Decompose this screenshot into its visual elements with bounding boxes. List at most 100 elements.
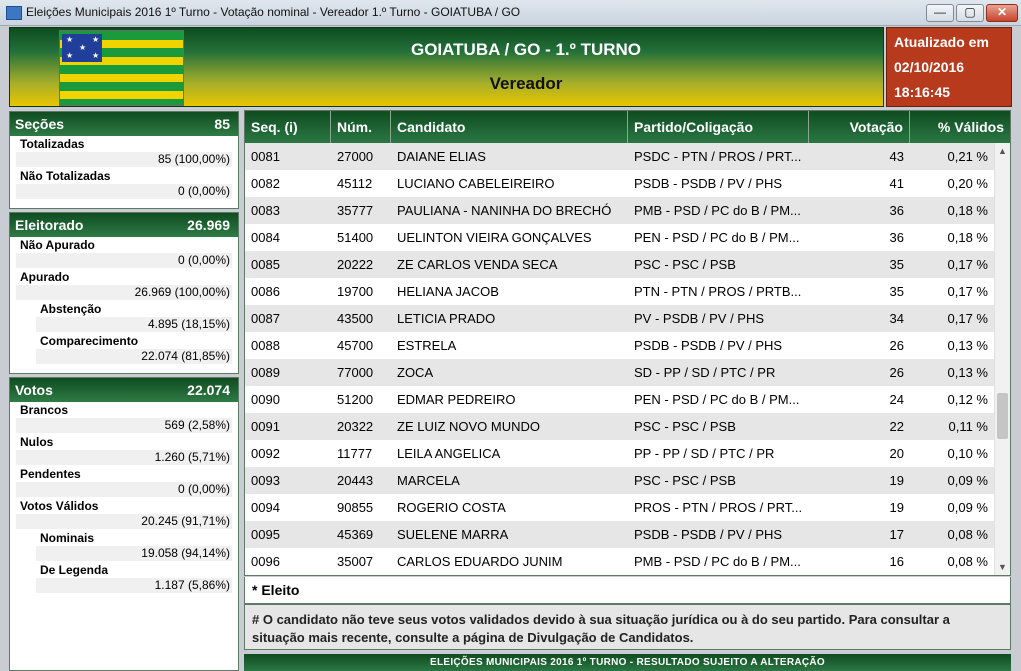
- table-row[interactable]: 0087 43500 LETICIA PRADO PV - PSDB / PV / P…: [245, 305, 994, 332]
- cell-num: 51200: [337, 392, 374, 407]
- column-header-votacao[interactable]: Votação: [809, 111, 910, 143]
- close-button[interactable]: ✕: [986, 4, 1018, 22]
- note-invalid: # O candidato não teve seus votos valida…: [244, 604, 1011, 650]
- cell-pct: 0,12 %: [947, 392, 988, 407]
- column-header-pct-validos[interactable]: % Válidos: [910, 111, 1010, 143]
- cell-pct: 0,10 %: [947, 446, 988, 461]
- cell-pct: 0,17 %: [947, 257, 988, 272]
- cell-candidato: LETICIA PRADO: [397, 311, 496, 326]
- eleitorado-header: Eleitorado 26.969: [10, 213, 238, 237]
- table-row[interactable]: 0095 45369 SUELENE MARRA PSDB - PSDB / PV /…: [245, 521, 994, 548]
- maximize-button[interactable]: ▢: [956, 4, 984, 22]
- cell-num: 27000: [337, 149, 374, 164]
- cell-partido: SD - PP / SD / PTC / PR: [634, 365, 776, 380]
- column-header-candidato[interactable]: Candidato: [391, 111, 628, 143]
- cell-votacao: 19: [889, 500, 904, 515]
- table-row[interactable]: 0086 19700 HELIANA JACOB PTN - PTN / PROS /…: [245, 278, 994, 305]
- cell-pct: 0,11 %: [948, 419, 988, 434]
- table-row[interactable]: 0083 35777 PAULIANA - NANINHA DO BRECHÓ PMB…: [245, 197, 994, 224]
- cell-votacao: 41: [889, 176, 904, 191]
- cell-partido: PP - PP / SD / PTC / PR: [634, 446, 775, 461]
- note-invalid-text: # O candidato não teve seus votos valida…: [252, 612, 950, 645]
- cell-pct: 0,18 %: [947, 203, 988, 218]
- updated-time: 18:16:45: [894, 84, 951, 100]
- note-eleito-text: * Eleito: [252, 582, 300, 598]
- cell-votacao: 26: [889, 365, 904, 380]
- votos-header: Votos 22.074: [10, 378, 238, 402]
- cell-partido: PSC - PSC / PSB: [634, 257, 736, 272]
- header-banner: ★ ★ ★ ★ ★ GOIATUBA / GO - 1.º TURNO Vere…: [9, 27, 884, 107]
- cell-candidato: ZOCA: [397, 365, 434, 380]
- cell-votacao: 34: [889, 311, 904, 326]
- cell-seq: 0091: [251, 419, 280, 434]
- column-header-seq[interactable]: Seq. (i): [245, 111, 331, 143]
- cell-num: 45700: [337, 338, 374, 353]
- cell-seq: 0096: [251, 554, 280, 569]
- cell-candidato: MARCELA: [397, 473, 460, 488]
- table-row[interactable]: 0081 27000 DAIANE ELIAS PSDC - PTN / PROS /…: [245, 143, 994, 170]
- stat-nulos: Nulos 1.260 (5,71%): [10, 434, 238, 466]
- table-scrollbar[interactable]: ▲ ▼: [994, 143, 1010, 575]
- table-row[interactable]: 0090 51200 EDMAR PEDREIRO PEN - PSD / PC do…: [245, 386, 994, 413]
- footer-banner: ELEIÇÕES MUNICIPAIS 2016 1º TURNO - RESU…: [244, 654, 1011, 671]
- minimize-button[interactable]: —: [926, 4, 954, 22]
- scroll-up-arrow-icon[interactable]: ▲: [995, 143, 1010, 159]
- stat-apurado: Apurado 26.969 (100,00%): [10, 269, 238, 301]
- cell-pct: 0,09 %: [947, 500, 988, 515]
- table-row[interactable]: 0082 45112 LUCIANO CABELEIREIRO PSDB - PSDB…: [245, 170, 994, 197]
- table-row[interactable]: 0084 51400 UELINTON VIEIRA GONÇALVES PEN - …: [245, 224, 994, 251]
- cell-partido: PSDB - PSDB / PV / PHS: [634, 176, 783, 191]
- cell-votacao: 43: [889, 149, 904, 164]
- stat-nominais: Nominais 19.058 (94,14%): [10, 530, 238, 562]
- cell-pct: 0,08 %: [947, 554, 988, 569]
- table-row[interactable]: 0091 20322 ZE LUIZ NOVO MUNDO PSC - PSC / P…: [245, 413, 994, 440]
- scrollbar-thumb[interactable]: [997, 393, 1008, 439]
- table-row[interactable]: 0096 35007 CARLOS EDUARDO JUNIM PMB - PSD /…: [245, 548, 994, 575]
- cell-seq: 0088: [251, 338, 280, 353]
- cell-num: 20443: [337, 473, 374, 488]
- cell-pct: 0,13 %: [947, 338, 988, 353]
- cell-seq: 0094: [251, 500, 280, 515]
- column-header-num[interactable]: Núm.: [331, 111, 391, 143]
- cell-candidato: DAIANE ELIAS: [397, 149, 486, 164]
- votos-total: 22.074: [187, 382, 230, 398]
- cell-votacao: 22: [889, 419, 904, 434]
- cell-partido: PROS - PTN / PROS / PRT...: [634, 500, 803, 515]
- table-row[interactable]: 0094 90855 ROGERIO COSTA PROS - PTN / PROS …: [245, 494, 994, 521]
- note-eleito: * Eleito: [244, 577, 1011, 604]
- stat-brancos: Brancos 569 (2,58%): [10, 402, 238, 434]
- votos-label: Votos: [15, 382, 53, 398]
- eleitorado-panel: Eleitorado 26.969 Não Apurado 0 (0,00%) …: [9, 212, 239, 374]
- cell-votacao: 20: [889, 446, 904, 461]
- cell-candidato: UELINTON VIEIRA GONÇALVES: [397, 230, 592, 245]
- cell-partido: PEN - PSD / PC do B / PM...: [634, 230, 800, 245]
- updated-label: Atualizado em: [894, 34, 989, 50]
- updated-box: Atualizado em 02/10/2016 18:16:45: [886, 27, 1012, 107]
- cell-votacao: 36: [889, 230, 904, 245]
- column-header-partido[interactable]: Partido/Coligação: [628, 111, 809, 143]
- cell-num: 35007: [337, 554, 374, 569]
- cell-votacao: 16: [889, 554, 904, 569]
- header-office: Vereador: [489, 74, 563, 93]
- cell-seq: 0093: [251, 473, 280, 488]
- table-row[interactable]: 0085 20222 ZE CARLOS VENDA SECA PSC - PSC /…: [245, 251, 994, 278]
- cell-seq: 0090: [251, 392, 280, 407]
- table-row[interactable]: 0092 11777 LEILA ANGELICA PP - PP / SD / PT…: [245, 440, 994, 467]
- cell-partido: PSDB - PSDB / PV / PHS: [634, 527, 783, 542]
- cell-partido: PTN - PTN / PROS / PRTB...: [634, 284, 802, 299]
- cell-num: 19700: [337, 284, 374, 299]
- cell-seq: 0087: [251, 311, 280, 326]
- cell-num: 35777: [337, 203, 374, 218]
- cell-pct: 0,17 %: [947, 284, 988, 299]
- cell-partido: PMB - PSD / PC do B / PM...: [634, 203, 801, 218]
- stat-nao-apurado: Não Apurado 0 (0,00%): [10, 237, 238, 269]
- table-row[interactable]: 0093 20443 MARCELA PSC - PSC / PSB 19 0,09 %: [245, 467, 994, 494]
- secoes-header: Seções 85: [10, 112, 238, 136]
- table-row[interactable]: 0089 77000 ZOCA SD - PP / SD / PTC / PR 26 0,…: [245, 359, 994, 386]
- table-row[interactable]: 0088 45700 ESTRELA PSDB - PSDB / PV / PHS 26…: [245, 332, 994, 359]
- cell-num: 77000: [337, 365, 374, 380]
- cell-partido: PMB - PSD / PC do B / PM...: [634, 554, 801, 569]
- cell-candidato: ESTRELA: [397, 338, 457, 353]
- scroll-down-arrow-icon[interactable]: ▼: [995, 559, 1010, 575]
- stat-comparecimento: Comparecimento 22.074 (81,85%): [10, 333, 238, 365]
